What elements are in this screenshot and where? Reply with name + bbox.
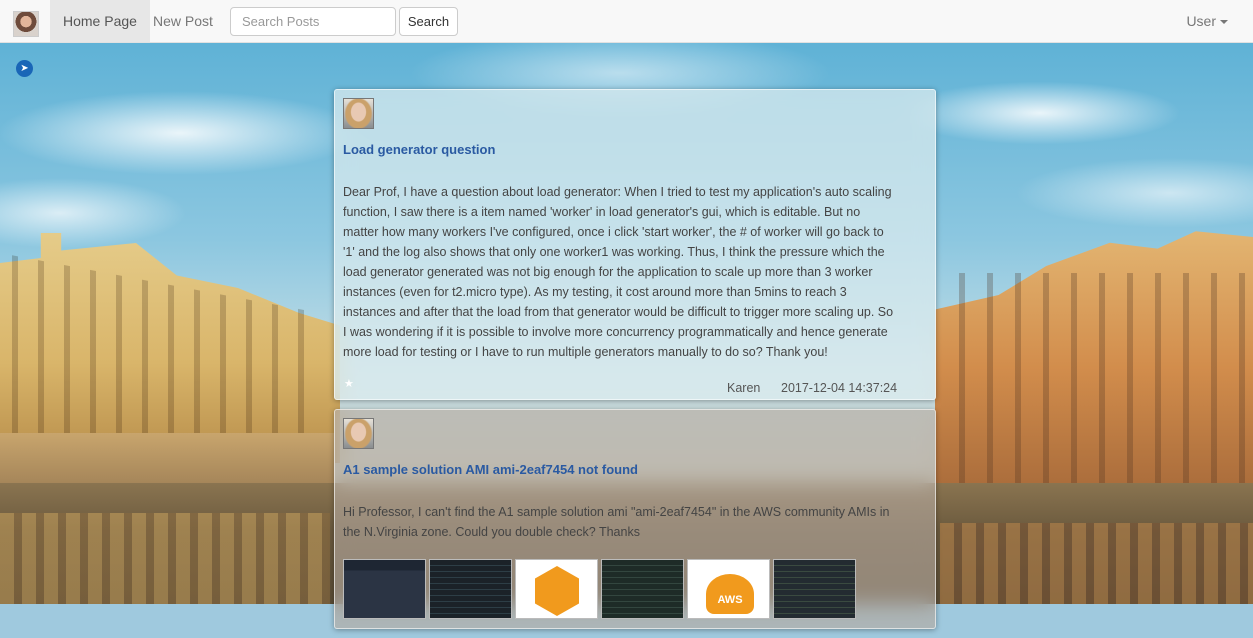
search-input[interactable] [230,7,396,36]
attachment-thumbnail[interactable] [601,559,684,619]
post-title[interactable]: Load generator question [343,142,895,157]
river-reflection-left [0,513,330,604]
user-avatar[interactable] [13,11,39,37]
nav-new-post-link[interactable]: New Post [140,0,226,42]
post-card: A1 sample solution AMI ami-2eaf7454 not … [334,409,936,629]
attachment-thumbnail[interactable] [773,559,856,619]
caret-down-icon [1220,20,1228,25]
aws-cube-icon [535,566,579,616]
search-button[interactable]: Search [399,7,458,36]
author-avatar[interactable] [343,98,374,129]
attachment-thumbnails: AWS [343,559,856,619]
aws-cloud-icon: AWS [706,574,754,614]
navbar: Home Page New Post Search User [0,0,1253,43]
post-date: 2017-12-04 14:37:24 [781,381,898,395]
user-dropdown-label: User [1186,13,1216,29]
attachment-thumbnail[interactable]: AWS [687,559,770,619]
post-title[interactable]: A1 sample solution AMI ami-2eaf7454 not … [343,462,895,477]
attachment-thumbnail[interactable] [343,559,426,619]
river-reflection-right [940,523,1253,604]
sidebar-toggle-icon[interactable]: ➤ [16,60,33,77]
post-body: Dear Prof, I have a question about load … [343,185,894,359]
attachment-thumbnail[interactable] [515,559,598,619]
post-author: Karen [727,381,761,395]
post-card: Load generator question Dear Prof, I hav… [334,89,936,400]
attachment-thumbnail[interactable] [429,559,512,619]
buildings-right-windows [945,273,1253,493]
user-dropdown[interactable]: User [1186,0,1228,42]
nav-home-link[interactable]: Home Page [50,0,150,42]
star-icon[interactable]: ★ [344,377,354,390]
post-feed: Load generator question Dear Prof, I hav… [334,89,936,638]
author-avatar[interactable] [343,418,374,449]
post-body: Hi Professor, I can't find the A1 sample… [343,505,890,539]
